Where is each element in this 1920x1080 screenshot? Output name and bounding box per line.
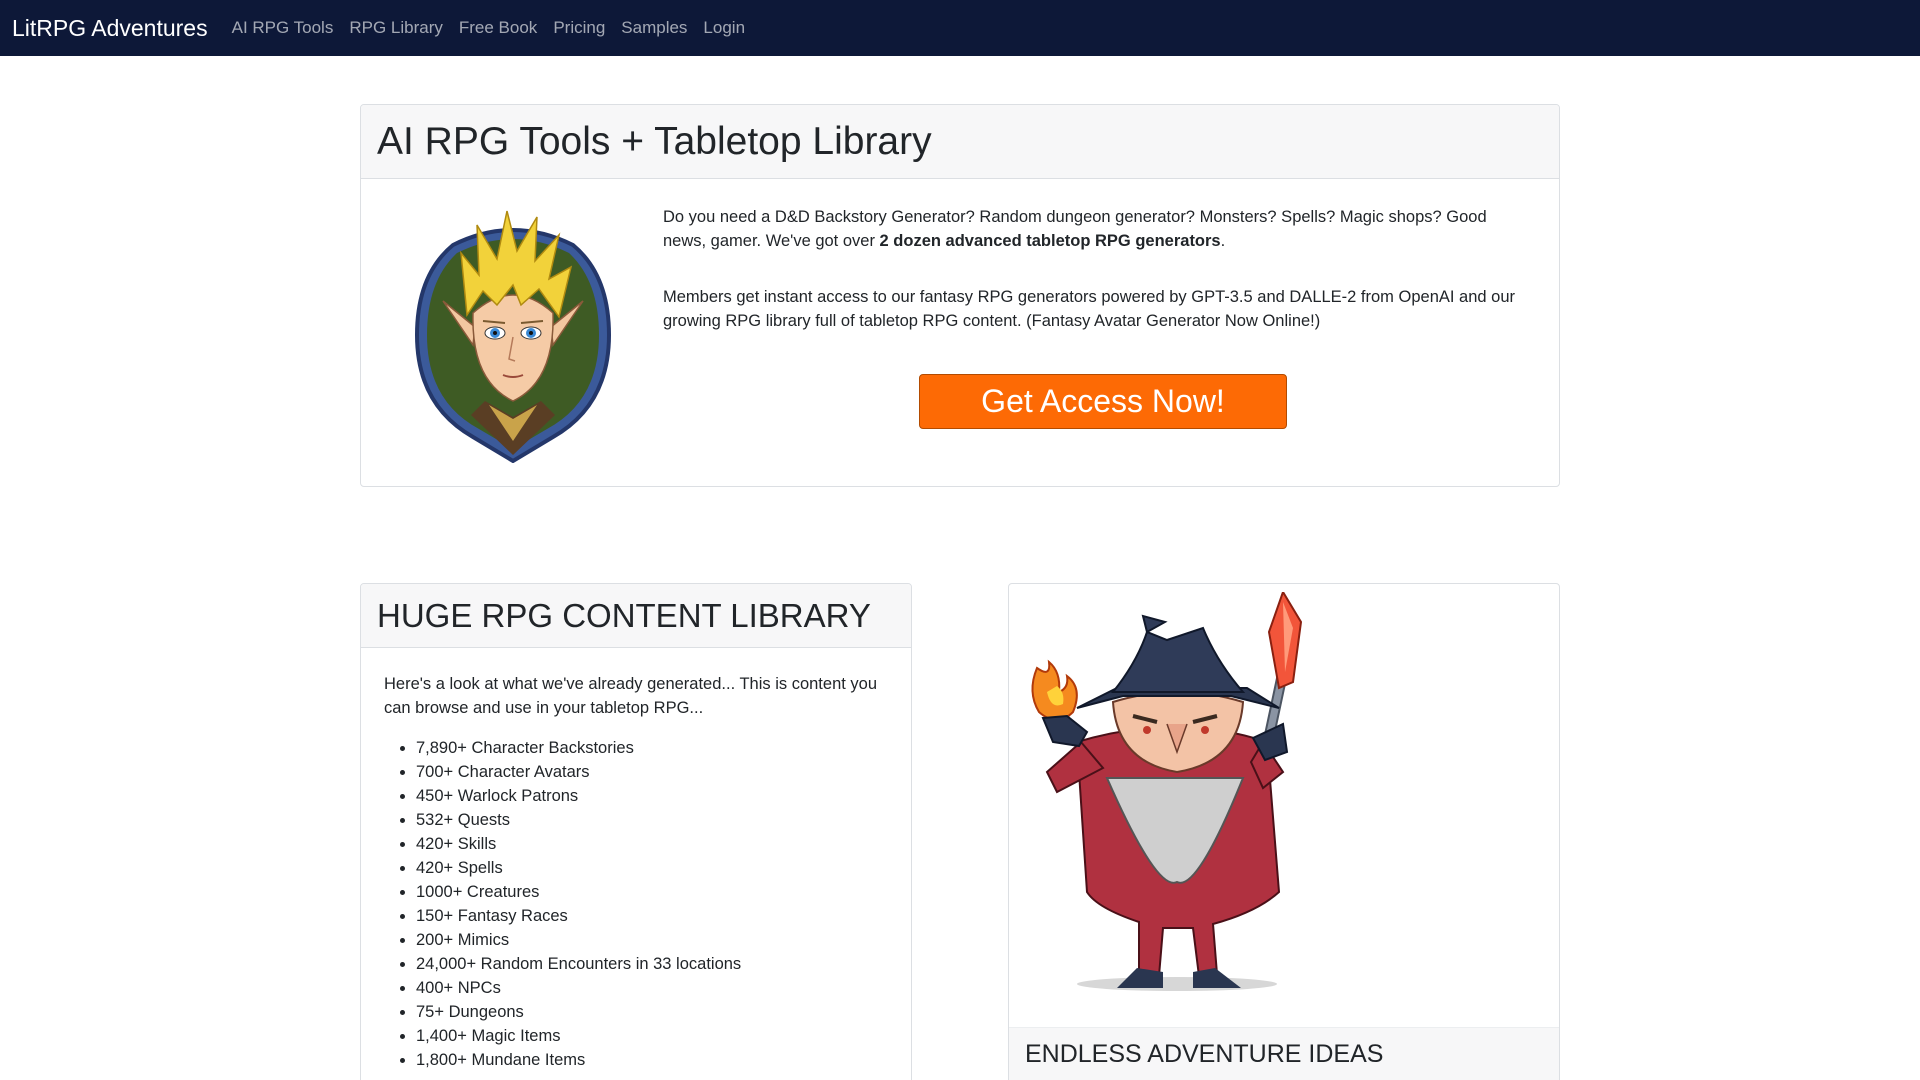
elf-avatar-image xyxy=(413,205,613,464)
list-item: 450+ Warlock Patrons xyxy=(416,784,887,808)
nav-link-pricing[interactable]: Pricing xyxy=(553,18,605,38)
list-item: 1,800+ Mundane Items xyxy=(416,1048,887,1072)
library-intro: Here's a look at what we've already gene… xyxy=(384,675,878,717)
list-item: 420+ Skills xyxy=(416,832,887,856)
list-item: 400+ NPCs xyxy=(416,976,887,1000)
page-title: AI RPG Tools + Tabletop Library xyxy=(377,119,932,163)
wizard-card-title: ENDLESS ADVENTURE IDEAS xyxy=(1025,1040,1384,1068)
wizard-illustration xyxy=(1017,589,1337,1002)
library-list: 7,890+ Character Backstories 700+ Charac… xyxy=(384,736,887,1072)
list-item: 700+ Character Avatars xyxy=(416,760,887,784)
library-card: HUGE RPG CONTENT LIBRARY Here's a look a… xyxy=(360,583,912,1080)
list-item: 7,890+ Character Backstories xyxy=(416,736,887,760)
wizard-card-footer: ENDLESS ADVENTURE IDEAS xyxy=(1009,1027,1559,1080)
library-title: HUGE RPG CONTENT LIBRARY xyxy=(377,596,871,634)
nav-link-rpg-library[interactable]: RPG Library xyxy=(349,18,443,38)
list-item: 1000+ Creatures xyxy=(416,880,887,904)
list-item: 24,000+ Random Encounters in 33 location… xyxy=(416,952,887,976)
list-item: 532+ Quests xyxy=(416,808,887,832)
hero-card-header: AI RPG Tools + Tabletop Library xyxy=(361,105,1559,179)
nav-link-samples[interactable]: Samples xyxy=(621,18,687,38)
hero-paragraph-1: Do you need a D&D Backstory Generator? R… xyxy=(663,205,1533,253)
nav-link-free-book[interactable]: Free Book xyxy=(459,18,537,38)
hero-card: AI RPG Tools + Tabletop Library Do you n… xyxy=(360,104,1560,487)
list-item: 150+ Fantasy Races xyxy=(416,904,887,928)
wizard-card: ENDLESS ADVENTURE IDEAS xyxy=(1008,583,1560,1080)
nav-link-login[interactable]: Login xyxy=(703,18,745,38)
hero-paragraph-1-end: . xyxy=(1220,232,1226,250)
library-card-header: HUGE RPG CONTENT LIBRARY xyxy=(361,584,911,648)
top-navbar: LitRPG Adventures AI RPG Tools RPG Libra… xyxy=(0,0,1920,56)
list-item: 75+ Dungeons xyxy=(416,1000,887,1024)
nav-link-ai-rpg-tools[interactable]: AI RPG Tools xyxy=(232,18,334,38)
list-item: 420+ Spells xyxy=(416,856,887,880)
brand-link[interactable]: LitRPG Adventures xyxy=(12,15,208,42)
hero-description: Do you need a D&D Backstory Generator? R… xyxy=(663,205,1533,365)
get-access-button[interactable]: Get Access Now! xyxy=(919,374,1287,429)
list-item: 1,400+ Magic Items xyxy=(416,1024,887,1048)
list-item: 200+ Mimics xyxy=(416,928,887,952)
generator-count-highlight: 2 dozen advanced tabletop RPG generators xyxy=(879,232,1221,250)
library-body: Here's a look at what we've already gene… xyxy=(361,648,911,1072)
hero-paragraph-2: Members get instant access to our fantas… xyxy=(663,288,1516,330)
